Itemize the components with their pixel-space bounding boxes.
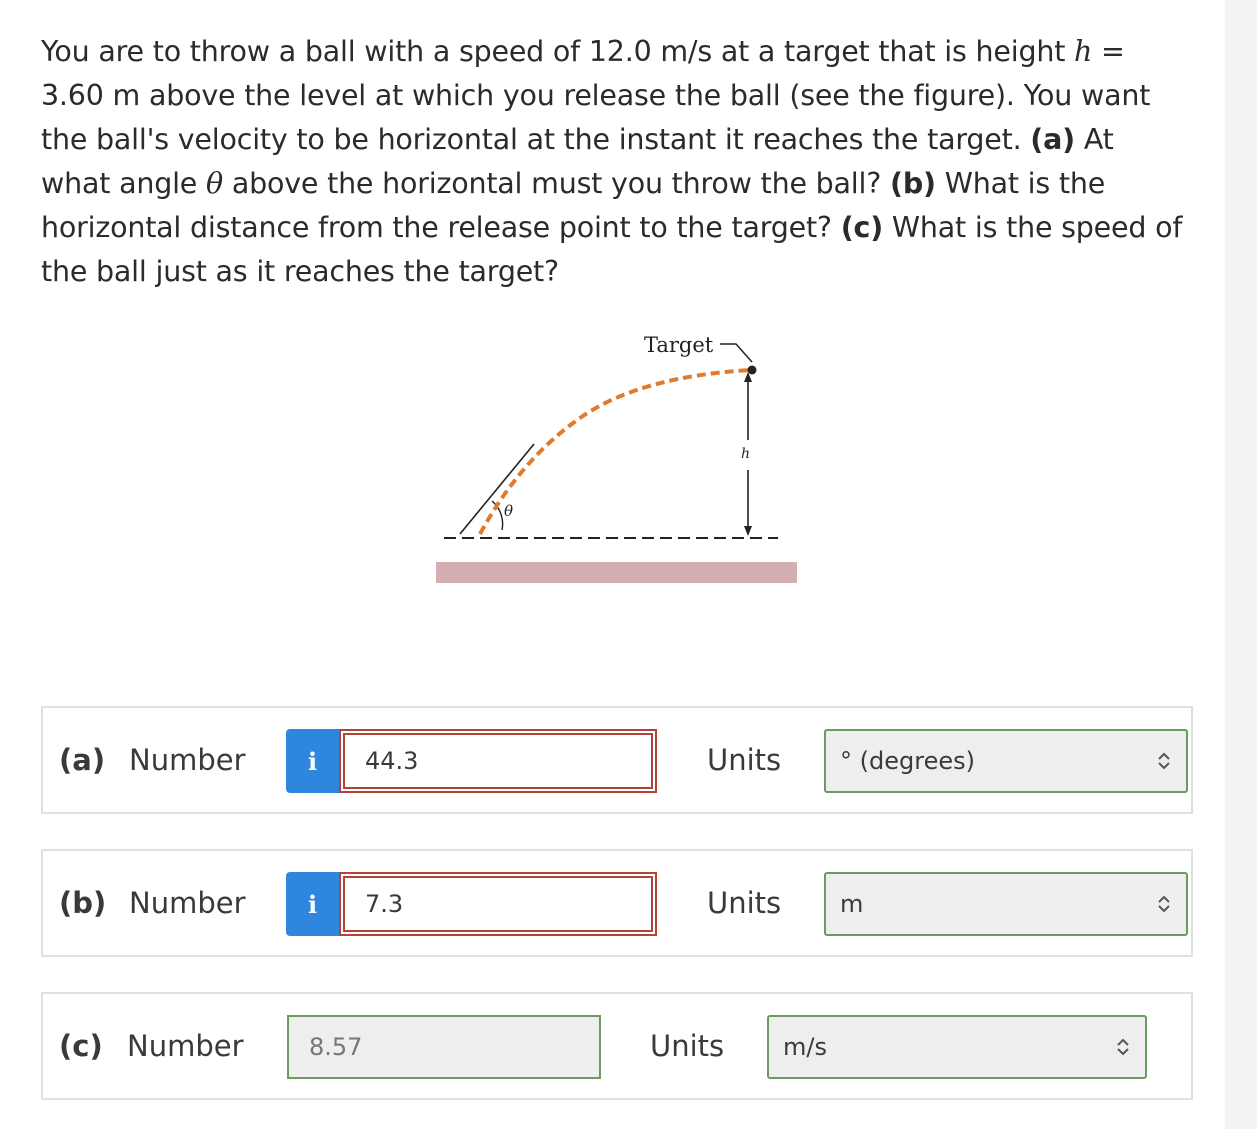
ground-slab [436,562,797,583]
chevron-updown-icon [1117,1038,1129,1056]
theta-label: θ [504,502,513,520]
chevron-updown-icon [1158,895,1170,913]
number-label-b: Number [129,886,246,920]
number-label-a: Number [129,743,246,777]
part-b-label: (b) [59,886,107,920]
units-select-c[interactable]: m/s [767,1015,1147,1079]
height-variable: h [1074,35,1093,68]
units-label-a: Units [707,743,782,777]
launch-direction-line [459,443,535,535]
projectile-figure: θ h Target [430,320,810,590]
number-input-b[interactable]: 7.3 [339,872,657,936]
target-label: Target [644,333,714,357]
answer-row-c: (c) Number 8.57 Units m/s [41,992,1193,1100]
height-arrowhead-down [744,526,752,536]
number-label-c: Number [127,1029,244,1063]
question-text-4: above the horizontal must you throw the … [222,167,891,200]
info-icon[interactable]: i [286,872,339,936]
part-a-tag: (a) [1030,123,1075,156]
part-b-tag: (b) [890,167,936,200]
units-value-b: m [840,890,864,918]
target-ball [747,365,757,375]
units-value-c: m/s [783,1033,827,1061]
number-input-c[interactable]: 8.57 [287,1015,601,1079]
units-label-b: Units [707,886,782,920]
units-select-b[interactable]: m [824,872,1188,936]
projectile-diagram: θ h Target [436,333,797,583]
trajectory-path [478,368,753,535]
part-c-label: (c) [59,1029,103,1063]
units-select-a[interactable]: ° (degrees) [824,729,1188,793]
question-text-1: You are to throw a ball with a speed of … [41,35,1075,68]
number-input-a[interactable]: 44.3 [339,729,657,793]
answer-row-a: (a) Number i 44.3 Units ° (degrees) [41,706,1193,814]
units-label-c: Units [650,1029,725,1063]
chevron-updown-icon [1158,752,1170,770]
part-c-tag: (c) [840,211,884,244]
height-label: h [741,446,750,462]
question-text: You are to throw a ball with a speed of … [41,30,1191,294]
theta-variable: θ [206,167,223,200]
units-value-a: ° (degrees) [840,747,975,775]
part-a-label: (a) [59,743,106,777]
target-leader-line [720,343,753,363]
answer-row-b: (b) Number i 7.3 Units m [41,849,1193,957]
info-icon[interactable]: i [286,729,339,793]
question-sheet: You are to throw a ball with a speed of … [0,0,1225,1129]
